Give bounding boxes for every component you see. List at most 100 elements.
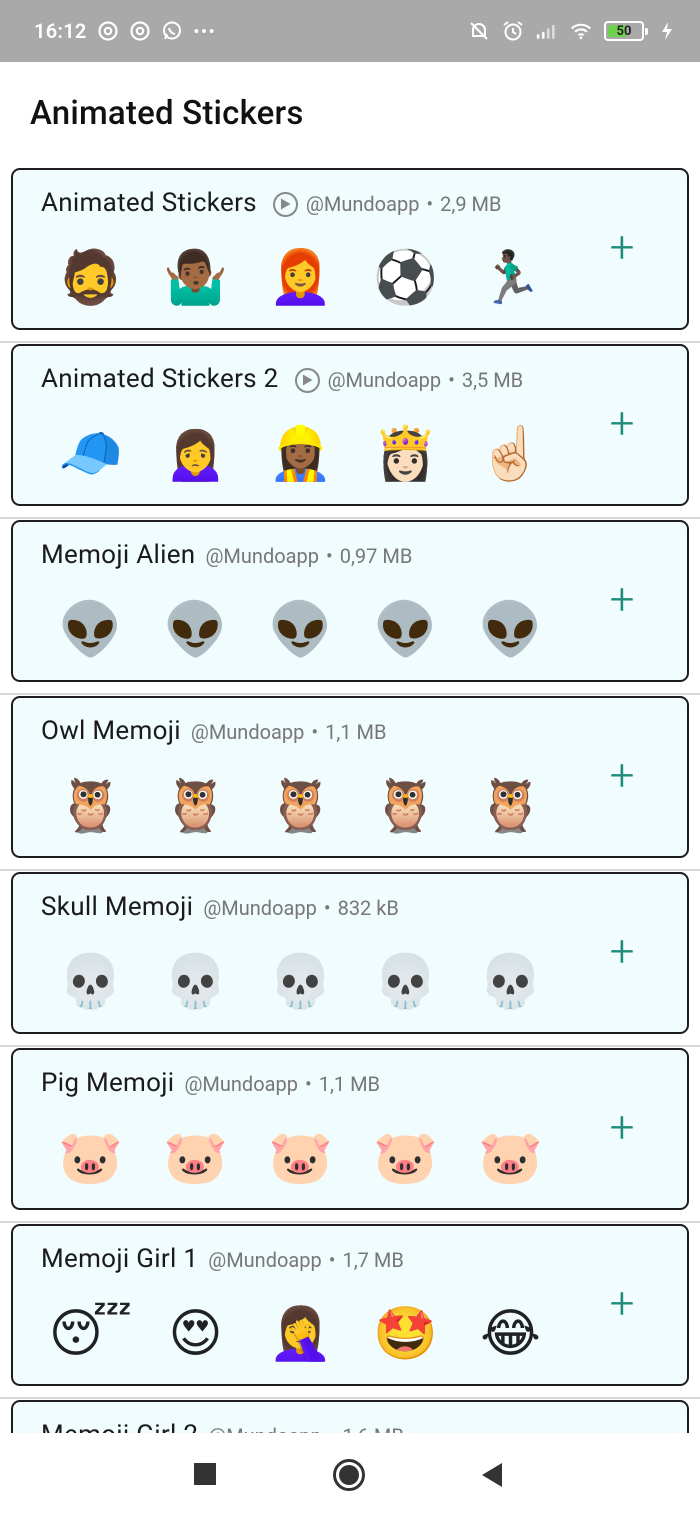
add-pack-button[interactable]: + [597, 749, 647, 801]
recents-button[interactable] [194, 1463, 216, 1485]
sticker-thumbnail: 💀 [163, 951, 228, 1012]
sticker-thumbnail: 🙍‍♀️ [163, 423, 228, 484]
pack-author: @Mundoapp [208, 1424, 322, 1433]
status-bar-right: 50 [468, 20, 678, 42]
wifi-icon [570, 20, 592, 42]
sticker-pack-row[interactable]: Pig Memoji @Mundoapp • 1,1 MB 🐷 🐷 🐷 🐷 🐷 + [0, 1047, 700, 1223]
sticker-thumbnail: 🐷 [58, 1127, 123, 1188]
sticker-thumbnail: 💀 [268, 951, 333, 1012]
sticker-thumbnail: 🤩 [373, 1303, 438, 1364]
add-pack-button[interactable]: + [597, 1277, 647, 1329]
pack-header: Animated Stickers 2 @Mundoapp • 3,5 MB [41, 364, 523, 394]
at-sign-icon [129, 20, 151, 42]
sticker-pack-row[interactable]: Animated Stickers @Mundoapp • 2,9 MB 🧔 🤷🏾‍♂️ 👩… [0, 167, 700, 343]
add-pack-button[interactable]: + [597, 397, 647, 449]
sticker-pack-card[interactable]: Skull Memoji @Mundoapp • 832 kB 💀 💀 💀 💀 💀 + [11, 872, 689, 1034]
pack-header: Skull Memoji @Mundoapp • 832 kB [41, 892, 399, 922]
sticker-pack-row[interactable]: Animated Stickers 2 @Mundoapp • 3,5 MB 🧢 🙍‍♀️… [0, 343, 700, 519]
separator-dot: • [329, 1424, 336, 1433]
pack-size: 1,1 MB [318, 1072, 381, 1096]
sticker-thumbnail: 👽 [163, 599, 228, 660]
pack-header: Memoji Alien @Mundoapp • 0,97 MB [41, 540, 412, 570]
sticker-pack-row[interactable]: Memoji Alien @Mundoapp • 0,97 MB 👽 👽 👽 👽 👽 + [0, 519, 700, 695]
pack-name: Owl Memoji [41, 716, 181, 746]
sticker-pack-list[interactable]: Animated Stickers @Mundoapp • 2,9 MB 🧔 🤷🏾‍♂️ 👩… [0, 167, 700, 1433]
sticker-pack-card[interactable]: Memoji Alien @Mundoapp • 0,97 MB 👽 👽 👽 👽 👽 + [11, 520, 689, 682]
sticker-pack-row[interactable]: Memoji Girl 2@Mundoapp•1,6 MB🙂🙂🙂🙂🙂+ [0, 1399, 700, 1433]
sticker-preview-row: 🐷 🐷 🐷 🐷 🐷 [53, 1118, 548, 1198]
sticker-pack-card[interactable]: Animated Stickers @Mundoapp • 2,9 MB 🧔 🤷🏾‍♂️ 👩… [11, 168, 689, 330]
status-bar: 16:12 50 [0, 0, 700, 62]
back-button[interactable] [482, 1463, 502, 1487]
sticker-thumbnail: 💀 [478, 951, 543, 1012]
pack-name: Animated Stickers [41, 188, 257, 218]
sticker-preview-row: 🧔 🤷🏾‍♂️ 👩‍🦰 ⚽ 🏃🏿‍♂️ [53, 238, 548, 318]
add-pack-button[interactable]: + [597, 1101, 647, 1153]
sticker-pack-card[interactable]: Pig Memoji @Mundoapp • 1,1 MB 🐷 🐷 🐷 🐷 🐷 + [11, 1048, 689, 1210]
sticker-thumbnail: 💀 [373, 951, 438, 1012]
sticker-pack-card[interactable]: Animated Stickers 2 @Mundoapp • 3,5 MB 🧢 🙍‍♀️… [11, 344, 689, 506]
sticker-thumbnail: 🐷 [478, 1127, 543, 1188]
sticker-pack-row[interactable]: Skull Memoji @Mundoapp • 832 kB 💀 💀 💀 💀 💀 + [0, 871, 700, 1047]
animated-play-icon [272, 191, 298, 217]
mute-icon [468, 20, 490, 42]
separator-dot: • [328, 1248, 336, 1272]
sticker-thumbnail: 💀 [58, 951, 123, 1012]
pack-name: Memoji Girl 1 [41, 1244, 199, 1274]
sticker-thumbnail: 👷🏾‍♀️ [268, 423, 333, 484]
sticker-thumbnail: 🦉 [373, 775, 438, 836]
pack-name: Skull Memoji [41, 892, 194, 922]
pack-author: @Mundoapp [184, 1072, 298, 1096]
pack-size: 1,1 MB [325, 720, 387, 744]
sticker-thumbnail: 😴 [48, 1303, 133, 1364]
sticker-pack-row[interactable]: Owl Memoji @Mundoapp • 1,1 MB 🦉 🦉 🦉 🦉 🦉 + [0, 695, 700, 871]
battery-level: 50 [616, 23, 632, 39]
pack-size: 1,6 MB [343, 1424, 404, 1433]
pack-header: Pig Memoji @Mundoapp • 1,1 MB [41, 1068, 380, 1098]
sticker-thumbnail: 😂 [480, 1303, 541, 1364]
sticker-pack-card[interactable]: Owl Memoji @Mundoapp • 1,1 MB 🦉 🦉 🦉 🦉 🦉 + [11, 696, 689, 858]
signal-icon [536, 20, 558, 42]
sticker-thumbnail: 🦉 [58, 775, 123, 836]
add-pack-button[interactable]: + [597, 925, 647, 977]
sticker-pack-row[interactable]: Memoji Girl 1 @Mundoapp • 1,7 MB 😴 😍 🤦‍♀️ 🤩 😂 + [0, 1223, 700, 1399]
sticker-thumbnail: 👽 [58, 599, 123, 660]
sticker-thumbnail: 🐷 [268, 1127, 333, 1188]
home-button[interactable] [333, 1459, 365, 1491]
sticker-thumbnail: ☝🏻 [478, 423, 543, 484]
sticker-pack-card[interactable]: Memoji Girl 1 @Mundoapp • 1,7 MB 😴 😍 🤦‍♀️ 🤩 😂 + [11, 1224, 689, 1386]
pack-size: 3,5 MB [461, 368, 524, 392]
page-title: Animated Stickers [30, 94, 304, 133]
pack-header: Owl Memoji @Mundoapp • 1,1 MB [41, 716, 386, 746]
home-icon [339, 1465, 359, 1485]
sticker-thumbnail: 🤷🏾‍♂️ [163, 247, 228, 308]
pack-size: 832 kB [337, 896, 399, 920]
sticker-thumbnail: 👩‍🦰 [268, 247, 333, 308]
pack-name: Memoji Girl 2 [41, 1420, 198, 1433]
whatsapp-icon [161, 20, 183, 42]
pack-size: 2,9 MB [440, 192, 502, 216]
alarm-icon [502, 20, 524, 42]
add-pack-button[interactable]: + [597, 573, 647, 625]
pack-name: Animated Stickers 2 [41, 364, 279, 394]
status-bar-left: 16:12 [34, 19, 215, 43]
sticker-thumbnail: 🏃🏿‍♂️ [478, 247, 543, 308]
sticker-thumbnail: ⚽ [373, 247, 438, 308]
pack-author: @Mundoapp [305, 192, 420, 216]
pack-size: 0,97 MB [339, 544, 413, 568]
pack-author: @Mundoapp [205, 544, 319, 568]
sticker-thumbnail: 🧢 [58, 423, 123, 484]
pack-header: Memoji Girl 2 @Mundoapp • 1,6 MB [41, 1420, 404, 1433]
pack-author: @Mundoapp [327, 368, 442, 392]
sticker-pack-card[interactable]: Memoji Girl 2@Mundoapp•1,6 MB🙂🙂🙂🙂🙂+ [11, 1400, 689, 1433]
sticker-thumbnail: 👽 [373, 599, 438, 660]
separator-dot: • [304, 1072, 312, 1096]
sticker-thumbnail: 👸🏻 [373, 423, 438, 484]
add-pack-button[interactable]: + [597, 221, 647, 273]
more-dots-icon [193, 20, 215, 42]
sticker-thumbnail: 🐷 [373, 1127, 438, 1188]
sticker-thumbnail: 🦉 [478, 775, 543, 836]
pack-author: @Mundoapp [203, 896, 317, 920]
charging-icon [656, 20, 678, 42]
pack-name: Pig Memoji [41, 1068, 175, 1098]
